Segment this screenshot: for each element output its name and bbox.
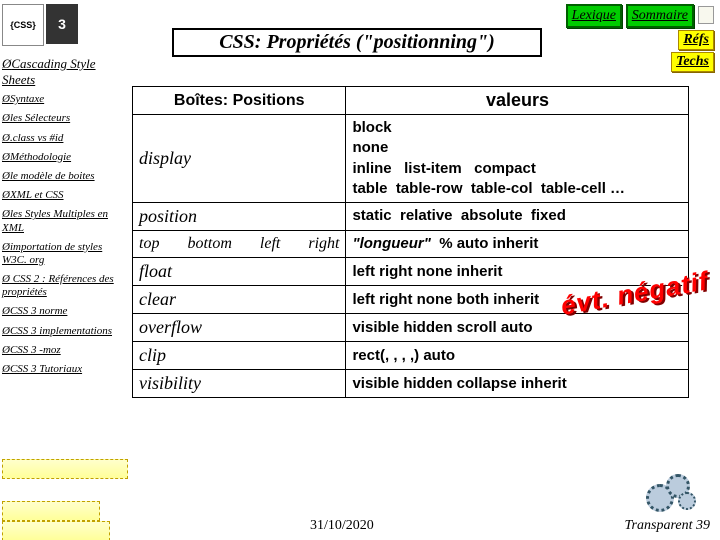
css-logo-icon: {CSS} [2,4,44,46]
property-cell: clip [133,342,346,370]
sidebar-item[interactable]: CSS 3 -moz [2,344,128,357]
col-header-property: Boîtes: Positions [133,87,346,115]
gears-icon [644,472,700,512]
refs-button[interactable]: Réfs [678,30,714,50]
value-cell: rect(, , , ,) auto [346,342,689,370]
sidebar-item[interactable]: importation de styles W3C. org [2,241,128,267]
table-row: positionstatic relative absolute fixed [133,203,689,231]
property-cell: float [133,258,346,286]
sidebar-item[interactable]: Syntaxe [2,93,128,106]
highlight-row [2,521,110,540]
corner-box-icon [698,6,714,24]
properties-table: Boîtes: Positions valeurs displayblockno… [132,86,689,398]
css3-shield-icon: 3 [46,4,78,44]
highlight-row [2,501,100,521]
footer-date: 31/10/2020 [310,518,374,534]
sommaire-button[interactable]: Sommaire [626,4,694,28]
value-cell: "longueur" % auto inherit [346,231,689,258]
sidebar: Cascading Style Sheets Syntaxe les Sélecte… [2,50,128,382]
sidebar-item[interactable]: CSS 3 Tutoriaux [2,363,128,376]
footer-page: Transparent 39 [625,518,710,534]
value-cell: visible hidden scroll auto [346,314,689,342]
table-row: floatleft right none inherit [133,258,689,286]
property-cell: display [133,115,346,203]
property-cell: clear [133,286,346,314]
table-row: visibilityvisible hidden collapse inheri… [133,370,689,398]
table-row: topbottomleftright"longueur" % auto inhe… [133,231,689,258]
highlight-row [2,459,128,479]
lexique-button[interactable]: Lexique [566,4,622,28]
property-cell: overflow [133,314,346,342]
sidebar-item[interactable]: XML et CSS [2,189,128,202]
sidebar-item[interactable]: les Sélecteurs [2,112,128,125]
value-cell: visible hidden collapse inherit [346,370,689,398]
sidebar-item[interactable]: .class vs #id [2,132,128,145]
col-header-values: valeurs [346,87,689,115]
page-title: CSS: Propriétés ("positionning") [172,28,542,57]
sidebar-item[interactable]: Cascading Style Sheets [2,56,128,87]
table-row: overflowvisible hidden scroll auto [133,314,689,342]
property-cell: topbottomleftright [133,231,346,258]
sidebar-item[interactable]: CSS 2 : Références des propriétés [2,273,128,299]
value-cell: static relative absolute fixed [346,203,689,231]
table-row: cliprect(, , , ,) auto [133,342,689,370]
sidebar-item[interactable]: le modèle de boites [2,170,128,183]
sidebar-item[interactable]: CSS 3 norme [2,305,128,318]
techs-button[interactable]: Techs [671,52,714,72]
table-row: displayblocknoneinline list-item compact… [133,115,689,203]
logo-area: {CSS} 3 [2,4,122,50]
sidebar-item[interactable]: CSS 3 implementations [2,325,128,338]
value-cell: blocknoneinline list-item compacttable t… [346,115,689,203]
property-cell: position [133,203,346,231]
sidebar-item[interactable]: les Styles Multiples en XML [2,208,128,234]
property-cell: visibility [133,370,346,398]
sidebar-item[interactable]: Méthodologie [2,151,128,164]
